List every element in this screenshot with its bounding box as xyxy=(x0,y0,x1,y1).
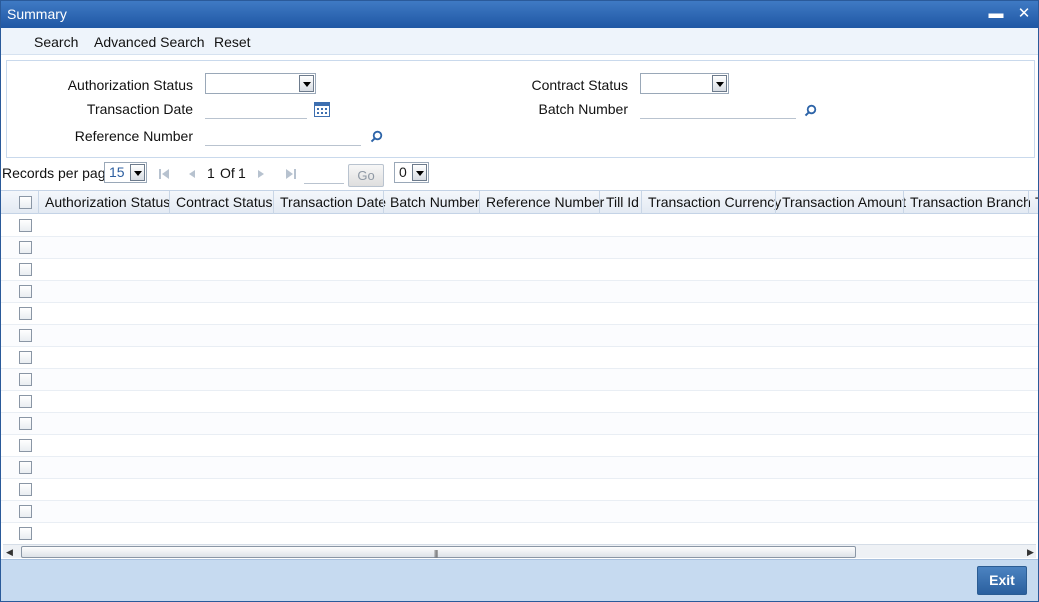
table-row[interactable] xyxy=(1,435,1038,457)
table-row[interactable] xyxy=(1,237,1038,259)
last-page-icon[interactable] xyxy=(285,168,297,183)
row-checkbox[interactable] xyxy=(19,395,32,408)
dropdown-arrow-icon xyxy=(130,164,145,181)
reference-number-field[interactable] xyxy=(205,126,361,146)
row-checkbox[interactable] xyxy=(19,241,32,254)
minimize-icon[interactable]: ▬ xyxy=(987,6,1005,24)
table-row[interactable] xyxy=(1,501,1038,523)
batch-number-label: Batch Number xyxy=(538,101,628,117)
row-checkbox[interactable] xyxy=(19,329,32,342)
close-icon[interactable]: ✕ xyxy=(1015,6,1033,24)
reference-number-label: Reference Number xyxy=(74,128,193,144)
column-header[interactable]: Batch Number xyxy=(383,191,479,214)
table-row[interactable] xyxy=(1,523,1038,544)
column-header[interactable]: Till Id xyxy=(599,191,641,214)
footer-bar: Exit xyxy=(1,559,1038,601)
table-row[interactable] xyxy=(1,457,1038,479)
scroll-left-icon[interactable]: ◀ xyxy=(6,547,13,558)
calendar-icon[interactable] xyxy=(314,102,330,120)
row-checkbox[interactable] xyxy=(19,505,32,518)
table-row[interactable] xyxy=(1,479,1038,501)
table-row[interactable] xyxy=(1,347,1038,369)
dropdown-arrow-icon xyxy=(412,164,427,181)
contract-status-label: Contract Status xyxy=(531,77,629,93)
row-checkbox[interactable] xyxy=(19,483,32,496)
go-button[interactable]: Go xyxy=(348,164,384,187)
current-page: 1 xyxy=(207,165,215,181)
column-header[interactable]: Transaction Branch xyxy=(903,191,1031,214)
title-bar: Summary ▬ ✕ xyxy=(1,1,1038,28)
table-row[interactable] xyxy=(1,259,1038,281)
column-header[interactable]: Transaction Amount xyxy=(775,191,906,214)
reference-search-icon[interactable] xyxy=(370,130,383,146)
table-row[interactable] xyxy=(1,369,1038,391)
first-page-icon[interactable] xyxy=(158,168,170,183)
pagination-bar: Records per page 15 1 Of 1 Go 0 xyxy=(1,161,1038,189)
column-header[interactable]: Transaction Date xyxy=(273,191,386,214)
column-header[interactable]: T xyxy=(1028,191,1038,214)
contract-status-select[interactable] xyxy=(640,73,729,94)
column-header[interactable]: Contract Status xyxy=(169,191,273,214)
page-jump-value: 0 xyxy=(399,164,407,180)
records-per-page-select[interactable]: 15 xyxy=(104,162,147,183)
column-header[interactable]: Reference Number xyxy=(479,191,604,214)
previous-page-icon[interactable] xyxy=(186,168,196,183)
transaction-date-label: Transaction Date xyxy=(86,101,193,117)
next-page-icon[interactable] xyxy=(257,168,267,183)
grid-header: Authorization Status Contract Status Tra… xyxy=(1,191,1038,214)
row-checkbox[interactable] xyxy=(19,417,32,430)
horizontal-scrollbar[interactable]: ◀ ||| ▶ xyxy=(3,544,1036,558)
row-checkbox[interactable] xyxy=(19,439,32,452)
table-row[interactable] xyxy=(1,215,1038,237)
search-button[interactable]: Search xyxy=(34,34,78,50)
row-checkbox[interactable] xyxy=(19,263,32,276)
table-row[interactable] xyxy=(1,413,1038,435)
search-criteria-panel: Authorization Status Transaction Date Re… xyxy=(6,60,1035,158)
total-pages: 1 xyxy=(238,165,246,181)
row-checkbox[interactable] xyxy=(19,307,32,320)
column-header[interactable]: Authorization Status xyxy=(38,191,170,214)
results-grid: Authorization Status Contract Status Tra… xyxy=(1,190,1038,544)
goto-page-field[interactable] xyxy=(304,164,344,184)
dropdown-arrow-icon xyxy=(712,75,727,92)
authorization-status-select[interactable] xyxy=(205,73,316,94)
select-all-checkbox[interactable] xyxy=(19,196,32,209)
scroll-right-icon[interactable]: ▶ xyxy=(1027,547,1034,558)
row-checkbox[interactable] xyxy=(19,461,32,474)
records-per-page-label: Records per page xyxy=(2,165,114,181)
advanced-search-button[interactable]: Advanced Search xyxy=(94,34,205,50)
scrollbar-thumb[interactable]: ||| xyxy=(21,546,856,558)
table-row[interactable] xyxy=(1,303,1038,325)
table-row[interactable] xyxy=(1,391,1038,413)
of-label: Of xyxy=(220,165,235,181)
row-checkbox[interactable] xyxy=(19,285,32,298)
row-checkbox[interactable] xyxy=(19,373,32,386)
summary-window: Summary ▬ ✕ Search Advanced Search Reset… xyxy=(0,0,1039,602)
table-row[interactable] xyxy=(1,325,1038,347)
page-jump-select[interactable]: 0 xyxy=(394,162,429,183)
exit-button[interactable]: Exit xyxy=(977,566,1027,595)
records-per-page-value: 15 xyxy=(109,164,125,180)
window-title: Summary xyxy=(7,6,67,22)
row-checkbox[interactable] xyxy=(19,527,32,540)
row-checkbox[interactable] xyxy=(19,219,32,232)
batch-search-icon[interactable] xyxy=(804,104,817,120)
batch-number-field[interactable] xyxy=(640,99,796,119)
reset-button[interactable]: Reset xyxy=(214,34,251,50)
authorization-status-label: Authorization Status xyxy=(67,77,193,93)
transaction-date-field[interactable] xyxy=(205,99,307,119)
grip-icon: ||| xyxy=(434,549,438,558)
column-header[interactable]: Transaction Currency xyxy=(641,191,781,214)
table-row[interactable] xyxy=(1,281,1038,303)
dropdown-arrow-icon xyxy=(299,75,314,92)
row-checkbox[interactable] xyxy=(19,351,32,364)
toolbar: Search Advanced Search Reset xyxy=(1,28,1038,55)
